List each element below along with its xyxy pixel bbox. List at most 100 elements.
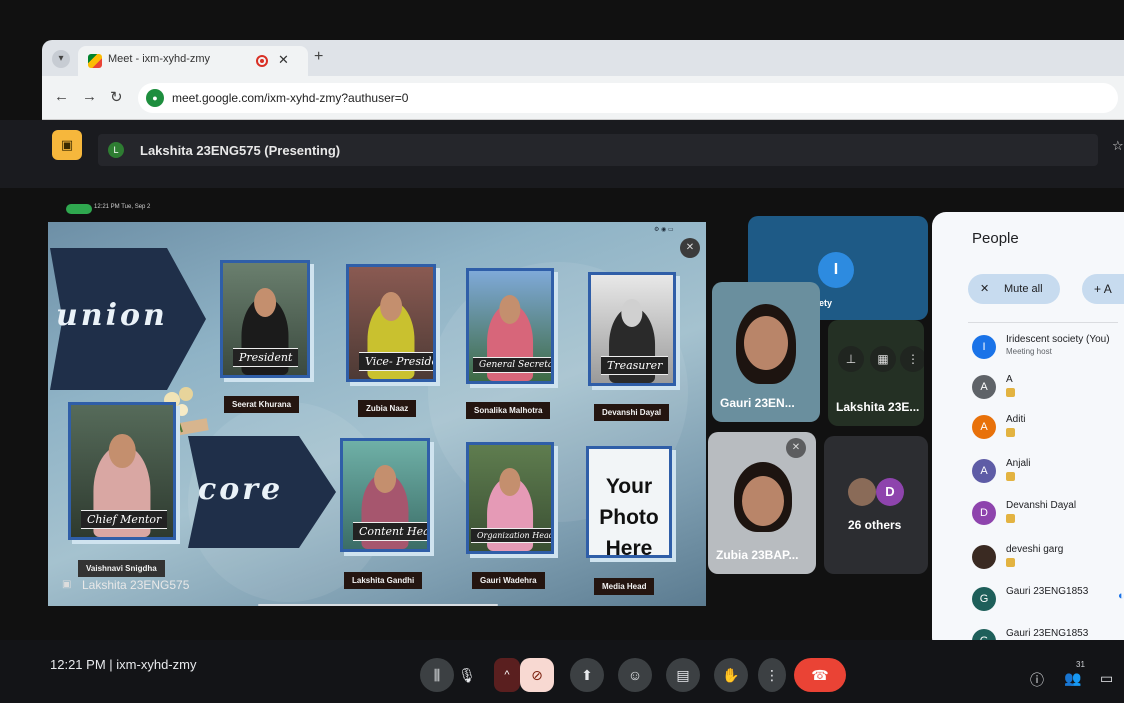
- zubia-face: [742, 476, 784, 526]
- raised-hand-icon: [1006, 472, 1015, 481]
- participant-avatar: A: [972, 375, 996, 399]
- recording-icon: [256, 55, 268, 67]
- general-secretary-photo: General Secretary: [466, 268, 554, 384]
- participant-avatar: [972, 545, 996, 569]
- more-options-button[interactable]: ⋮: [758, 658, 786, 692]
- gauri-face: [744, 316, 788, 370]
- tile-lakshita[interactable]: ⊥ ▦ ⋮ Lakshita 23E...: [828, 320, 924, 426]
- participant-row[interactable]: deveshi garg: [932, 538, 1124, 578]
- participant-row[interactable]: A Anjali: [932, 452, 1124, 492]
- tab-search-chevron-icon[interactable]: ▾: [52, 50, 70, 68]
- shared-slide[interactable]: union core President Seerat Khurana Vice…: [48, 222, 706, 606]
- browser-tab[interactable]: Meet - ixm-xyhd-zmy ✕: [78, 46, 308, 76]
- mute-all-button[interactable]: ✕ Mute all: [968, 274, 1060, 304]
- scrollbar[interactable]: [258, 604, 498, 606]
- others-initial-avatar: D: [876, 478, 904, 506]
- treasurer-photo: Treasurer: [588, 272, 676, 386]
- pin-icon[interactable]: ▣: [62, 579, 71, 590]
- participant-name: Anjali: [1006, 458, 1031, 469]
- divider: [968, 322, 1118, 323]
- participant-avatar: G: [972, 587, 996, 611]
- people-count-badge: 31: [1076, 660, 1085, 669]
- participant-row[interactable]: I Iridescent society (You) Meeting host: [932, 328, 1124, 368]
- people-title: People: [972, 230, 1019, 247]
- content-head-name: Lakshita Gandhi: [344, 572, 423, 589]
- emoji-reactions-button[interactable]: ☺: [618, 658, 652, 692]
- meeting-code: ixm-xyhd-zmy: [116, 657, 197, 672]
- captions-button[interactable]: ▤: [666, 658, 700, 692]
- meet-favicon-icon: [88, 54, 102, 68]
- participant-row[interactable]: A Aditi: [932, 408, 1124, 448]
- url-text: meet.google.com/ixm-xyhd-zmy?authuser=0: [172, 91, 409, 105]
- people-icon[interactable]: 👥: [1064, 670, 1081, 687]
- tile-gauri[interactable]: Gauri 23EN...: [712, 282, 820, 422]
- phone-status-pill: [66, 204, 92, 214]
- present-screen-button[interactable]: ⬆: [570, 658, 604, 692]
- new-tab-icon[interactable]: +: [314, 48, 323, 66]
- participant-row[interactable]: G Gauri 23ENG1853 ◐: [932, 580, 1124, 620]
- core-word: core: [198, 472, 284, 507]
- vice-president-name: Zubia Naaz: [358, 400, 417, 417]
- add-person-icon: +: [1094, 282, 1104, 296]
- presenter-chip[interactable]: L Lakshita 23ENG575 (Presenting): [98, 134, 1098, 166]
- participant-avatar: I: [972, 335, 996, 359]
- camera-off-button[interactable]: ⊘: [520, 658, 554, 692]
- meeting-info-icon[interactable]: ⓘ: [1030, 670, 1044, 690]
- add-people-button[interactable]: + A: [1082, 274, 1124, 304]
- mic-off-icon: ✕: [980, 283, 990, 295]
- meet-top-bar: ▣ L Lakshita 23ENG575 (Presenting) ☆: [0, 120, 1124, 188]
- pin-icon[interactable]: ⊥: [838, 346, 864, 372]
- content-head-role: Content Head: [353, 522, 427, 541]
- audio-levels-icon[interactable]: ⫼: [420, 658, 454, 692]
- chat-icon[interactable]: ▭: [1100, 670, 1113, 687]
- presenter-tile-label: Lakshita 23ENG575: [82, 578, 190, 592]
- president-role: President: [233, 348, 299, 367]
- forward-arrow-icon[interactable]: →: [82, 88, 97, 105]
- participant-avatar: D: [972, 501, 996, 525]
- participant-name: Gauri 23ENG1853: [1006, 586, 1089, 597]
- presenter-label: Lakshita 23ENG575 (Presenting): [140, 143, 341, 158]
- presenter-avatar: L: [108, 142, 124, 158]
- participant-row[interactable]: D Devanshi Dayal: [932, 494, 1124, 534]
- participant-name: deveshi garg: [1006, 544, 1064, 555]
- meeting-clock: 12:21 PM | ixm-xyhd-zmy: [50, 657, 197, 672]
- organization-head-name: Gauri Wadehra: [472, 572, 545, 589]
- participant-avatar: A: [972, 459, 996, 483]
- president-name: Seerat Khurana: [224, 396, 300, 413]
- media-head-name: Media Head: [594, 578, 655, 595]
- screen: ▾ Meet - ixm-xyhd-zmy ✕ + ← → ↻ ● meet.g…: [0, 0, 1124, 703]
- reload-icon[interactable]: ↻: [110, 88, 123, 106]
- participant-row[interactable]: AA: [932, 368, 1124, 408]
- close-tab-icon[interactable]: ✕: [278, 52, 289, 68]
- leave-call-button[interactable]: ☎: [794, 658, 846, 692]
- tab-title: Meet - ixm-xyhd-zmy: [108, 53, 211, 65]
- video-options-caret[interactable]: ^: [494, 658, 520, 692]
- gauri-label: Gauri 23EN...: [720, 396, 795, 410]
- participant-name: A: [1006, 374, 1013, 385]
- microphone-button[interactable]: 🎙: [450, 658, 484, 692]
- raised-hand-icon: [1006, 388, 1015, 397]
- more-options-icon[interactable]: ⋮: [900, 346, 924, 372]
- others-photo-avatar: [848, 478, 876, 506]
- slide-status-icons: ⚙ ◉ ▭: [654, 227, 674, 233]
- organization-head-photo: Organization Head: [466, 442, 554, 554]
- treasurer-name: Devanshi Dayal: [594, 404, 670, 421]
- organization-head-role: Organization Head: [471, 528, 551, 543]
- participant-name: Iridescent society (You): [1006, 334, 1110, 345]
- raise-hand-button[interactable]: ✋: [714, 658, 748, 692]
- site-info-icon[interactable]: ●: [146, 89, 164, 107]
- people-panel: People ✕ Mute all + A I Iridescent societ…: [932, 212, 1124, 652]
- content-head-photo: Content Head: [340, 438, 430, 552]
- tile-zubia[interactable]: ✕ Zubia 23BAP...: [708, 432, 816, 574]
- speaking-icon: ◐: [1118, 590, 1124, 602]
- stop-presenting-icon[interactable]: ▣: [52, 130, 82, 160]
- participant-avatar: A: [972, 415, 996, 439]
- frame-icon[interactable]: ▦: [870, 346, 896, 372]
- bookmark-star-icon[interactable]: ☆: [1112, 138, 1124, 154]
- tile-others[interactable]: D 26 others: [824, 436, 928, 574]
- address-bar: ← → ↻ ● meet.google.com/ixm-xyhd-zmy?aut…: [42, 76, 1124, 120]
- url-input[interactable]: ● meet.google.com/ixm-xyhd-zmy?authuser=…: [138, 83, 1118, 113]
- chief-mentor-name: Vaishnavi Snigdha: [78, 560, 165, 577]
- back-arrow-icon[interactable]: ←: [54, 88, 69, 105]
- participant-name: Aditi: [1006, 414, 1026, 425]
